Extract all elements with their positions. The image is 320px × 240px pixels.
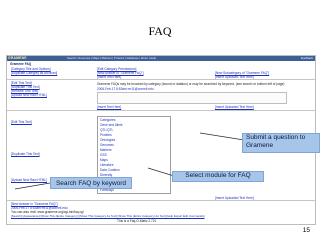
feedback-link[interactable]: Feedback xyxy=(301,56,313,61)
divider xyxy=(7,200,315,201)
module-item[interactable]: Genomes xyxy=(100,143,114,147)
duplicate-category-link[interactable]: [Duplicate Category as Archived] xyxy=(11,71,57,75)
bottom-links[interactable]: [Search] [Appearance] [Show This (Entire… xyxy=(11,214,205,218)
module-item[interactable]: Gene and Allele xyxy=(100,123,123,127)
divider xyxy=(7,79,315,80)
module-item[interactable]: QTL/QTL xyxy=(100,128,113,132)
gramene-logo: GRAMENE xyxy=(8,56,27,60)
page-subtitle: Gramene FAQ xyxy=(10,62,32,66)
upload-raw-html-link[interactable]: [Upload New Raw HTML] xyxy=(11,93,47,97)
module-item[interactable]: Categories xyxy=(100,118,115,122)
slide-title: FAQ xyxy=(148,24,172,38)
page-number: 15 xyxy=(302,227,310,234)
module-item[interactable]: Maps xyxy=(100,158,108,162)
divider xyxy=(7,110,315,111)
edit-text-link-2[interactable]: [Edit This Text] xyxy=(11,120,32,124)
insert-text-link-2[interactable]: [Insert Text Here] xyxy=(97,105,121,109)
rendering-text: This is a Faq-O-Matic 2.721 xyxy=(117,219,157,223)
main-menu[interactable]: Search | Genomes | Maps | Markers | Prot… xyxy=(67,56,156,61)
module-item[interactable]: Data Curation xyxy=(100,168,120,172)
module-item[interactable]: Literature xyxy=(100,163,113,167)
module-item[interactable]: Proteins xyxy=(100,133,112,137)
insert-uploaded-text-link-2[interactable]: [Insert Uploaded Text Here] xyxy=(215,105,254,109)
select-module-callout: Select module for FAQ xyxy=(172,171,264,182)
answer-textbox[interactable] xyxy=(97,92,287,104)
submit-question-callout: Submit a question to Gramene xyxy=(242,133,320,153)
module-item[interactable]: Ontologies xyxy=(100,138,115,142)
faq-info-text: Gramene FAQs may be browsed by category … xyxy=(97,82,285,86)
contact-text: 2006-Feb-17 8:53am mr11@cornell.edu xyxy=(97,87,154,91)
duplicate-text-link-2[interactable]: [Duplicate This Text] xyxy=(11,152,40,156)
submit-arrow-icon xyxy=(199,132,245,141)
app-topbar: GRAMENE Search | Genomes | Maps | Marker… xyxy=(7,56,315,61)
search-keyword-callout: Search FAQ by keyword xyxy=(50,177,132,189)
search-arrow-icon xyxy=(14,182,51,190)
module-item[interactable]: Markers xyxy=(100,148,112,152)
module-item[interactable]: GSS xyxy=(100,153,107,157)
